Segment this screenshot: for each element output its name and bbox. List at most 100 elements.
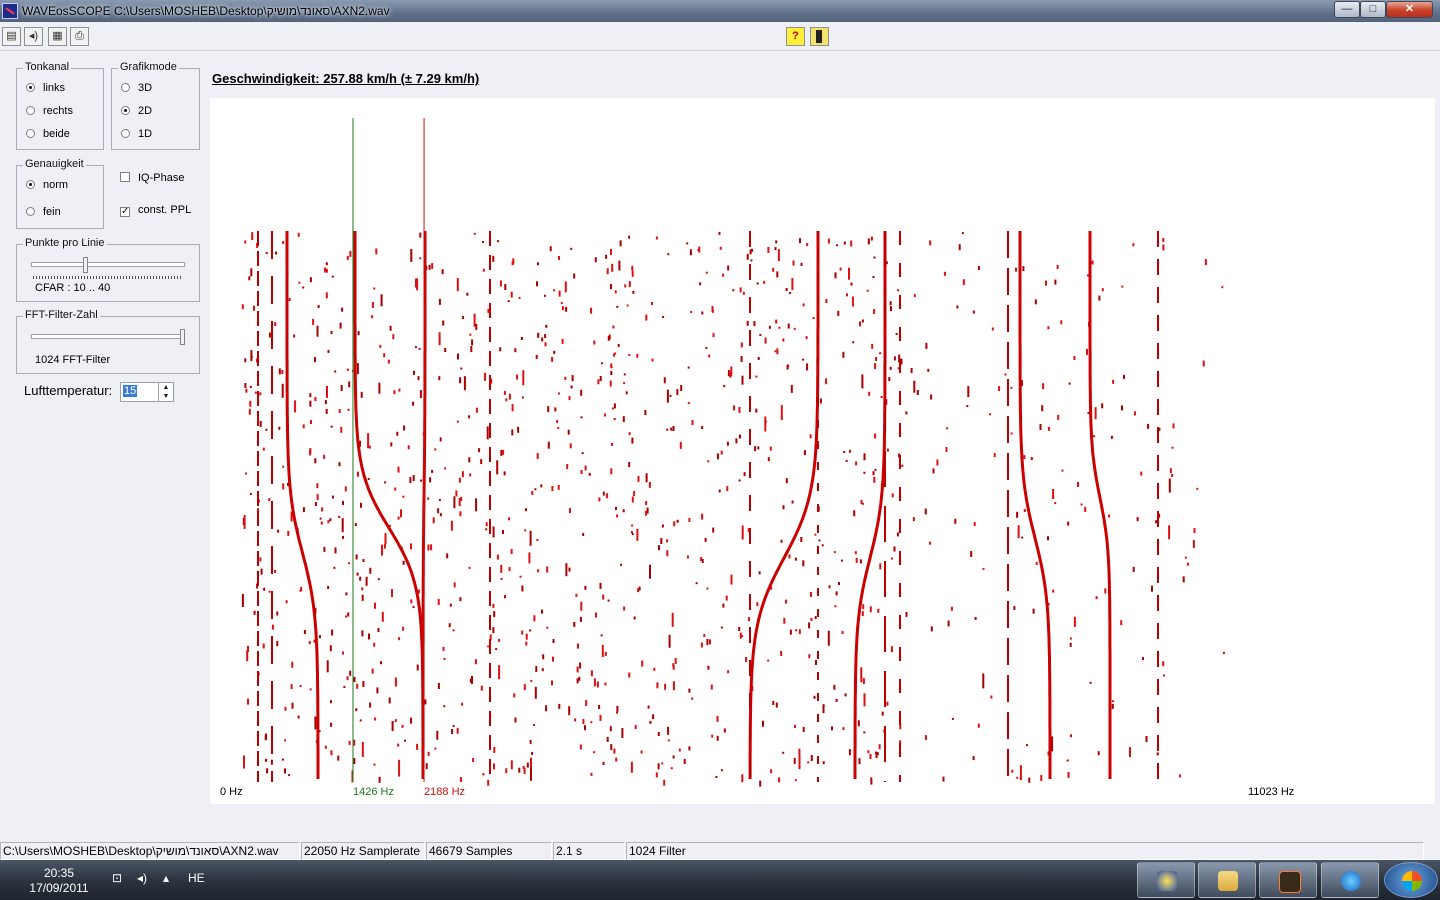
media-app-icon[interactable] <box>1137 862 1195 898</box>
noise-point <box>954 518 957 524</box>
noise-point <box>802 727 805 732</box>
noise-point <box>346 255 349 260</box>
noise-point <box>413 370 415 375</box>
noise-point <box>943 271 946 276</box>
noise-point <box>276 641 279 647</box>
noise-point <box>281 758 284 761</box>
radio-rechts[interactable]: rechts <box>26 105 73 117</box>
noise-point <box>615 757 618 762</box>
temperature-value[interactable]: 15 <box>123 385 138 397</box>
sound-icon[interactable]: ◂) <box>24 27 43 46</box>
radio-3d[interactable]: 3D <box>121 82 152 94</box>
noise-point <box>707 460 710 463</box>
noise-point <box>520 337 523 340</box>
noise-point <box>499 280 502 287</box>
internet-explorer-icon[interactable] <box>1321 862 1379 898</box>
noise-point <box>1112 700 1114 703</box>
noise-point <box>977 266 980 271</box>
minimize-button[interactable]: — <box>1334 1 1360 18</box>
noise-point <box>582 533 585 536</box>
noise-point <box>842 351 845 358</box>
noise-point <box>558 392 560 395</box>
doppler-trace <box>1088 231 1112 779</box>
noise-point <box>740 356 743 362</box>
radio-links[interactable]: links <box>26 82 65 94</box>
spin-down-icon[interactable]: ▼ <box>159 392 173 401</box>
noise-point <box>602 491 605 496</box>
noise-point <box>474 659 477 665</box>
noise-point <box>767 246 770 253</box>
noise-point <box>369 702 372 708</box>
noise-point <box>377 578 380 581</box>
noise-point <box>342 651 344 655</box>
app-icon[interactable] <box>2 3 18 19</box>
waveoscope-app-icon[interactable] <box>1259 862 1317 898</box>
noise-point <box>402 495 405 498</box>
close-button[interactable]: ✕ <box>1386 1 1433 18</box>
noise-point <box>398 637 401 641</box>
noise-point <box>302 286 305 289</box>
noise-point <box>989 413 991 416</box>
volume-icon[interactable]: ◂) <box>137 871 147 885</box>
clock[interactable]: 20:35 17/09/2011 <box>14 866 104 896</box>
windows-start-icon[interactable] <box>1384 862 1438 898</box>
network-icon[interactable]: ⊡ <box>112 871 122 885</box>
noise-point <box>973 522 976 527</box>
print-icon[interactable]: ⎙ <box>70 27 89 46</box>
noise-point <box>1221 286 1224 289</box>
noise-point <box>708 354 711 358</box>
fft-slider-track[interactable] <box>31 334 185 339</box>
punkte-slider-track[interactable] <box>31 262 185 267</box>
noise-point <box>547 406 550 413</box>
radio-1d[interactable]: 1D <box>121 128 152 140</box>
noise-point <box>637 588 640 593</box>
explorer-app-icon[interactable] <box>1198 862 1256 898</box>
iq-phase-checkbox[interactable]: IQ-Phase <box>120 172 184 184</box>
noise-point <box>569 443 572 449</box>
noise-point <box>329 518 332 522</box>
title-bar[interactable]: WAVEosSCOPE C:\Users\MOSHEB\Desktop\סאונ… <box>0 0 1440 22</box>
language-indicator[interactable]: HE <box>188 871 205 885</box>
radio-norm[interactable]: norm <box>26 179 68 191</box>
noise-point <box>901 464 904 467</box>
noise-point <box>863 453 866 461</box>
noise-point <box>357 471 359 477</box>
noise-point <box>1054 502 1057 505</box>
punkte-slider-thumb[interactable] <box>83 257 89 273</box>
noise-point <box>1097 751 1100 756</box>
noise-point <box>706 587 709 590</box>
noise-point <box>250 268 253 277</box>
noise-point <box>881 711 884 716</box>
spinner-arrows[interactable]: ▲ ▼ <box>158 383 173 401</box>
spin-up-icon[interactable]: ▲ <box>159 383 173 392</box>
noise-point <box>637 475 640 482</box>
noise-point <box>265 252 268 255</box>
help-button[interactable]: ? <box>786 27 805 46</box>
noise-point <box>530 765 532 781</box>
noise-point <box>616 305 619 308</box>
maximize-button[interactable]: □ <box>1360 1 1386 18</box>
radio-beide[interactable]: beide <box>26 128 70 140</box>
noise-point <box>595 612 597 618</box>
noise-point <box>1040 775 1043 781</box>
radio-fein[interactable]: fein <box>26 206 61 218</box>
noise-point <box>730 574 733 585</box>
const-ppl-checkbox[interactable]: ✓ const. PPL <box>120 204 191 217</box>
spectrogram-canvas[interactable]: 0 Hz 1426 Hz 2188 Hz 11023 Hz <box>210 98 1435 804</box>
show-hidden-icon[interactable]: ▴ <box>163 871 169 885</box>
noise-point <box>1193 528 1196 534</box>
chart-icon[interactable]: ▦ <box>48 27 67 46</box>
temperature-spinner[interactable]: 15 ▲ ▼ <box>120 382 174 402</box>
noise-point <box>473 232 476 235</box>
noise-point <box>859 559 862 564</box>
noise-point <box>254 391 257 394</box>
noise-point <box>614 290 617 294</box>
exit-door-icon[interactable] <box>810 27 829 46</box>
fft-slider-thumb[interactable] <box>180 329 185 345</box>
noise-point <box>786 364 789 370</box>
noise-point <box>676 389 679 396</box>
open-file-icon[interactable]: ▤ <box>2 27 21 46</box>
radio-2d[interactable]: 2D <box>121 105 152 117</box>
noise-point <box>259 392 262 396</box>
noise-point <box>929 240 932 246</box>
